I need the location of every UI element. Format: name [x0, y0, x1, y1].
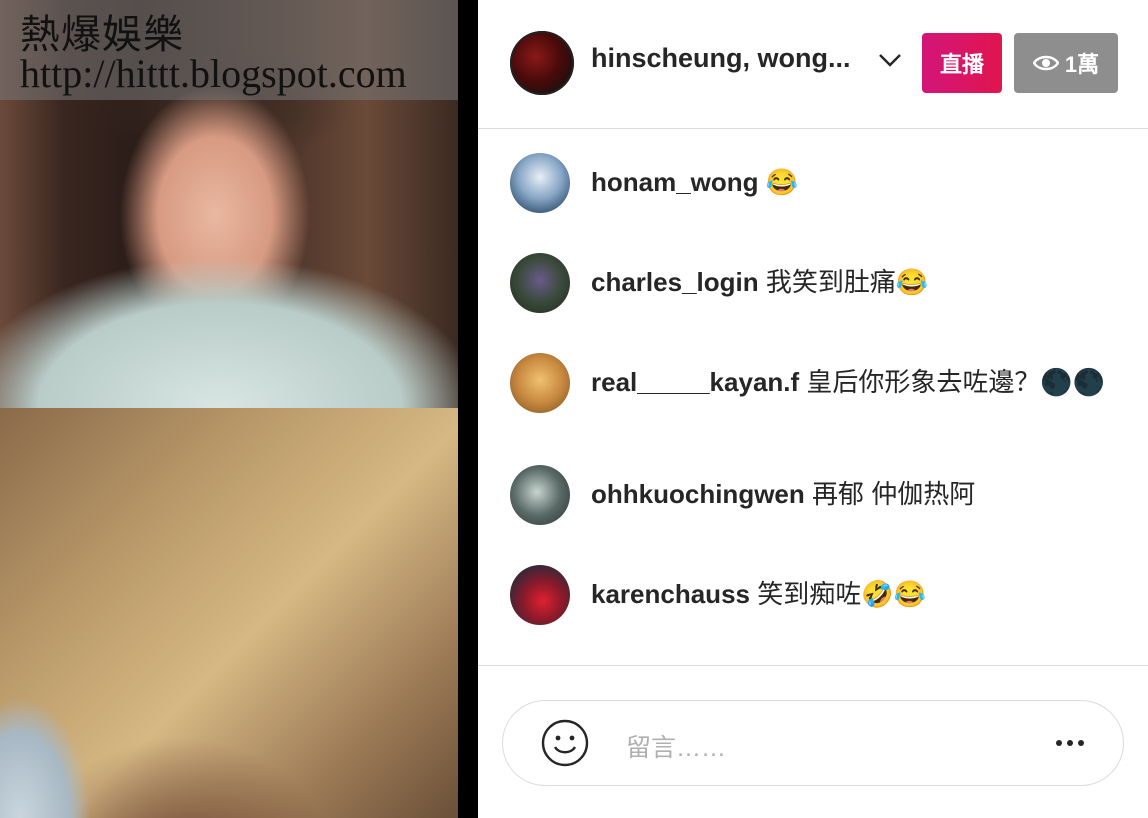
comment-message: 皇后你形象去咗邊？🌑🌑	[806, 367, 1106, 397]
comment-text: karenchauss 笑到痴咗🤣😂	[591, 577, 1111, 611]
comment-text: ohhkuochingwen 再郁 仲伽热阿	[591, 477, 1111, 511]
comment-input[interactable]: 留言……	[626, 728, 726, 764]
comment-username[interactable]: charles_login	[591, 267, 759, 297]
comment-text: real_____kayan.f 皇后你形象去咗邊？🌑🌑	[591, 365, 1111, 399]
chevron-down-icon[interactable]	[878, 50, 902, 70]
comment-username[interactable]: real_____kayan.f	[591, 367, 799, 397]
comment-text: charles_login 我笑到肚痛😂	[591, 265, 1111, 299]
commenter-avatar[interactable]	[510, 253, 570, 313]
comment-message: 笑到痴咗🤣😂	[757, 579, 926, 609]
live-header: hinscheung, wong... 直播 1萬	[478, 0, 1148, 129]
live-badge: 直播	[922, 33, 1002, 93]
eye-icon	[1032, 55, 1059, 71]
live-panel: hinscheung, wong... 直播 1萬 honam_wong 😂 c…	[478, 0, 1148, 818]
watermark: 熱爆娛樂 http://hittt.blogspot.com	[0, 0, 458, 100]
comment-username[interactable]: honam_wong	[591, 167, 759, 197]
live-video-area: 熱爆娛樂 http://hittt.blogspot.com	[0, 0, 478, 818]
comment-username[interactable]: karenchauss	[591, 579, 750, 609]
watermark-url: http://hittt.blogspot.com	[20, 51, 407, 96]
viewer-count: 1萬	[1064, 52, 1100, 77]
comment-message: 😂	[765, 167, 799, 197]
comment-username[interactable]: ohhkuochingwen	[591, 479, 805, 509]
comment-text: honam_wong 😂	[591, 165, 1111, 199]
more-options-icon[interactable]	[1053, 731, 1087, 755]
comment-message: 我笑到肚痛😂	[765, 267, 929, 297]
live-badge-label: 直播	[939, 52, 984, 77]
guest-video-shoulder	[0, 678, 90, 818]
guest-video-feed	[0, 408, 458, 818]
comment-input-bar[interactable]: 留言……	[502, 700, 1124, 786]
commenter-avatar[interactable]	[510, 153, 570, 213]
commenter-avatar[interactable]	[510, 465, 570, 525]
emoji-icon[interactable]	[541, 719, 589, 767]
host-avatar[interactable]	[510, 31, 574, 95]
commenter-avatar[interactable]	[510, 565, 570, 625]
host-video-hoodie	[0, 258, 458, 408]
comment-list: honam_wong 😂 charles_login 我笑到肚痛😂 real__…	[478, 129, 1148, 666]
viewer-count-badge[interactable]: 1萬	[1014, 33, 1118, 93]
commenter-avatar[interactable]	[510, 353, 570, 413]
live-participants-title[interactable]: hinscheung, wong...	[591, 43, 851, 74]
comment-message: 再郁 仲伽热阿	[812, 479, 976, 509]
